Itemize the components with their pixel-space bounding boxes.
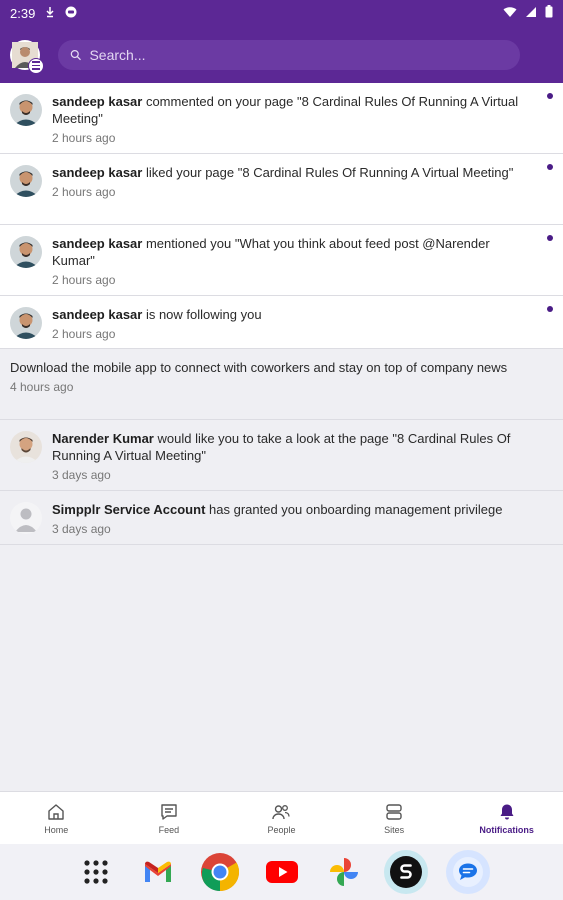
nav-home-label: Home [44,824,69,835]
notification-actor: sandeep kasar [52,236,143,251]
people-icon [272,804,291,819]
notification-text: Download the mobile app to connect with … [10,360,508,375]
photos-icon[interactable] [322,850,366,894]
android-dock [0,844,563,900]
nav-sites[interactable]: Sites [338,792,451,844]
notification-item[interactable]: Narender Kumar would like you to take a … [0,420,563,491]
notification-actor: sandeep kasar [52,307,143,322]
notification-time: 2 hours ago [52,131,116,145]
nav-people-label: People [267,824,296,835]
notification-time: 3 days ago [52,468,111,482]
wifi-icon [503,6,517,21]
notification-time: 4 hours ago [10,380,74,394]
user-avatar [10,431,42,463]
search-bar[interactable] [58,39,520,70]
nav-notifications[interactable]: Notifications [450,792,563,844]
user-avatar [10,307,42,339]
chrome-icon[interactable] [198,850,242,894]
bottom-navigation: Home Feed People Sites Notifications [0,791,563,844]
search-icon [70,49,81,60]
status-time: 2:39 [10,5,36,21]
notification-text: sandeep kasar mentioned you "What you th… [52,236,490,268]
unread-indicator [547,235,553,241]
notification-item[interactable]: Simpplr Service Account has granted you … [0,491,563,545]
notification-item[interactable]: sandeep kasar liked your page "8 Cardina… [0,154,563,225]
notification-actor: Simpplr Service Account [52,502,206,517]
messages-icon[interactable] [445,850,490,894]
download-status-icon [45,6,55,21]
notification-item[interactable]: sandeep kasar commented on your page "8 … [0,83,563,154]
unread-indicator [547,306,553,312]
notification-time: 3 days ago [52,522,111,536]
unread-indicator [547,164,553,170]
notification-time: 2 hours ago [52,327,116,341]
notification-text: sandeep kasar commented on your page "8 … [52,94,519,126]
notification-actor: sandeep kasar [52,94,143,109]
search-input[interactable] [89,46,508,63]
feed-icon [161,803,177,820]
nav-notifications-label: Notifications [479,824,534,835]
menu-icon [28,57,44,74]
gmail-icon[interactable] [136,850,180,894]
notification-actor: Narender Kumar [52,431,154,446]
notification-item[interactable]: sandeep kasar is now following you 2 hou… [0,296,563,349]
notification-item[interactable]: sandeep kasar mentioned you "What you th… [0,225,563,296]
notification-text: sandeep kasar is now following you [52,307,262,322]
user-avatar [10,94,42,126]
nav-feed-label: Feed [158,824,180,835]
bell-icon [500,804,514,819]
default-avatar-icon [10,502,42,534]
app-status-icon [65,6,77,21]
home-icon [48,803,64,820]
user-avatar [10,165,42,197]
nav-feed[interactable]: Feed [113,792,226,844]
notification-time: 2 hours ago [52,185,116,199]
app-header [0,26,563,83]
status-bar: 2:39 [0,0,563,26]
notification-time: 2 hours ago [52,273,116,287]
youtube-icon[interactable] [260,850,304,894]
notification-text: Narender Kumar would like you to take a … [52,431,511,463]
notification-text: Simpplr Service Account has granted you … [52,502,503,517]
user-avatar [10,236,42,268]
notification-actor: sandeep kasar [52,165,143,180]
notification-text: sandeep kasar liked your page "8 Cardina… [52,165,514,180]
signal-icon [525,6,537,21]
battery-icon [545,5,553,21]
simpplr-icon[interactable] [383,850,428,894]
nav-home[interactable]: Home [0,792,113,844]
app-drawer-icon[interactable] [74,850,118,894]
profile-avatar-button[interactable] [10,39,44,74]
sites-icon [386,803,402,820]
unread-indicator [547,93,553,99]
notification-list: sandeep kasar commented on your page "8 … [0,83,563,545]
nav-sites-label: Sites [384,824,405,835]
nav-people[interactable]: People [225,792,338,844]
app-download-notification[interactable]: Download the mobile app to connect with … [0,349,563,420]
